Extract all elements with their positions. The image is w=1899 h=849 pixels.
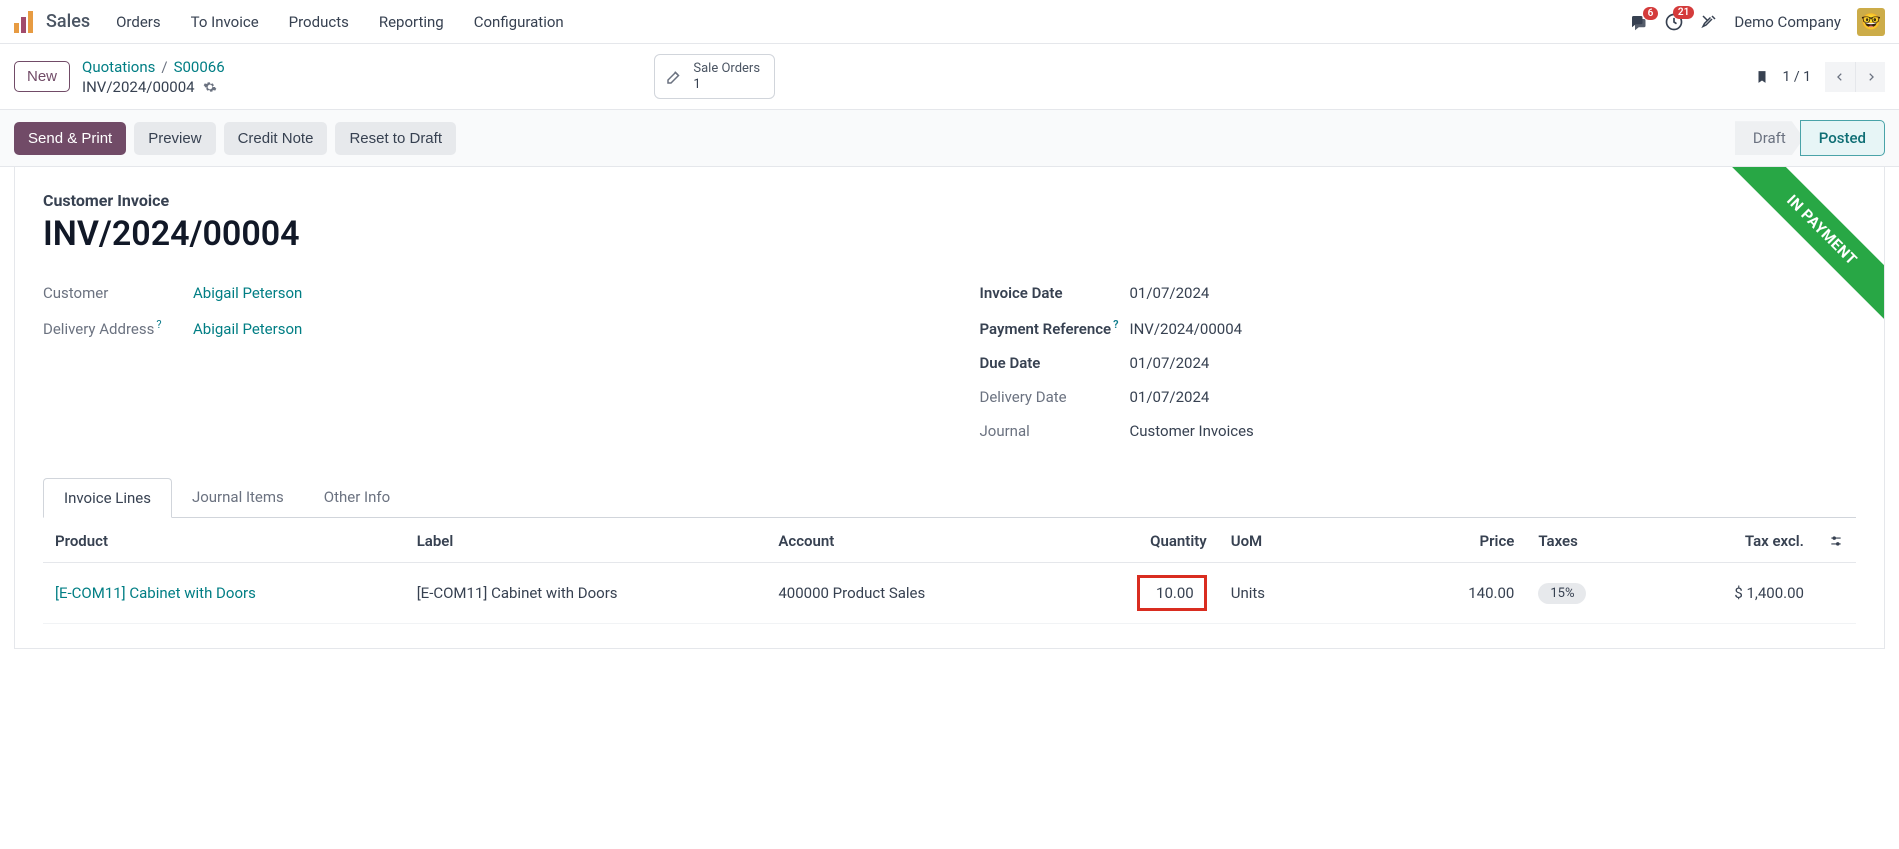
doc-ref: INV/2024/00004	[82, 78, 195, 96]
action-bar: Send & Print Preview Credit Note Reset t…	[0, 110, 1899, 167]
tab-other-info[interactable]: Other Info	[304, 478, 410, 517]
th-quantity[interactable]: Quantity	[1092, 518, 1219, 563]
cell-account[interactable]: 400000 Product Sales	[766, 563, 1092, 624]
field-journal: Journal Customer Invoices	[980, 414, 1857, 448]
status-draft[interactable]: Draft	[1735, 121, 1804, 155]
app-brand[interactable]: Sales	[46, 11, 90, 32]
help-icon[interactable]: ?	[1113, 318, 1118, 331]
th-label[interactable]: Label	[405, 518, 767, 563]
pager-buttons	[1825, 62, 1885, 92]
adjust-columns-icon[interactable]	[1828, 534, 1844, 548]
form-body: IN PAYMENT Customer Invoice INV/2024/000…	[14, 167, 1885, 649]
payment-ref-label: Payment Reference?	[980, 318, 1130, 338]
journal-value: Customer Invoices	[1130, 422, 1857, 440]
tab-invoice-lines[interactable]: Invoice Lines	[43, 478, 172, 518]
chat-icon[interactable]: 6	[1628, 13, 1648, 31]
th-tax-excl[interactable]: Tax excl.	[1653, 518, 1816, 563]
menu-reporting[interactable]: Reporting	[379, 13, 444, 31]
status-bar: Draft Posted	[1735, 120, 1885, 156]
delivery-address-value[interactable]: Abigail Peterson	[193, 320, 302, 338]
cell-uom[interactable]: Units	[1219, 563, 1400, 624]
app-logo-icon[interactable]	[14, 11, 36, 33]
customer-label: Customer	[43, 284, 193, 302]
menu-orders[interactable]: Orders	[116, 13, 161, 31]
fields-left: Customer Abigail Peterson Delivery Addre…	[43, 276, 920, 448]
th-account[interactable]: Account	[766, 518, 1092, 563]
th-price[interactable]: Price	[1400, 518, 1527, 563]
preview-button[interactable]: Preview	[134, 122, 215, 155]
sale-orders-button[interactable]: Sale Orders 1	[654, 54, 775, 99]
sale-orders-label: Sale Orders	[693, 61, 760, 77]
field-delivery-address: Delivery Address? Abigail Peterson	[43, 310, 920, 346]
bookmark-icon[interactable]	[1755, 68, 1769, 86]
reset-to-draft-button[interactable]: Reset to Draft	[335, 122, 456, 155]
activity-icon[interactable]: 21	[1664, 12, 1684, 32]
cell-price[interactable]: 140.00	[1400, 563, 1527, 624]
journal-label: Journal	[980, 422, 1130, 440]
doc-title: INV/2024/00004	[43, 214, 1856, 254]
breadcrumb-order[interactable]: S00066	[174, 58, 225, 76]
pager-text: 1 / 1	[1783, 69, 1811, 85]
cell-label[interactable]: [E-COM11] Cabinet with Doors	[405, 563, 767, 624]
cell-quantity[interactable]: 10.00	[1092, 563, 1219, 624]
field-delivery-date: Delivery Date 01/07/2024	[980, 380, 1857, 414]
main-menu: Orders To Invoice Products Reporting Con…	[116, 13, 564, 31]
field-customer: Customer Abigail Peterson	[43, 276, 920, 310]
center-smart: Sale Orders 1	[654, 54, 775, 99]
tabs: Invoice Lines Journal Items Other Info	[43, 478, 1856, 518]
chat-badge: 6	[1643, 7, 1659, 20]
pager-next[interactable]	[1855, 62, 1885, 92]
topnav-right: 6 21 Demo Company 🤓	[1628, 8, 1885, 36]
credit-note-button[interactable]: Credit Note	[224, 122, 328, 155]
delivery-address-label: Delivery Address?	[43, 318, 193, 338]
th-taxes[interactable]: Taxes	[1526, 518, 1653, 563]
invoice-date-label: Invoice Date	[980, 284, 1130, 302]
pager-prev[interactable]	[1825, 62, 1855, 92]
new-button[interactable]: New	[14, 61, 70, 92]
delivery-date-label: Delivery Date	[980, 388, 1130, 406]
menu-configuration[interactable]: Configuration	[474, 13, 564, 31]
invoice-lines-table: Product Label Account Quantity UoM Price…	[43, 518, 1856, 624]
th-product[interactable]: Product	[43, 518, 405, 563]
table-row[interactable]: [E-COM11] Cabinet with Doors [E-COM11] C…	[43, 563, 1856, 624]
tools-icon[interactable]	[1700, 13, 1718, 31]
status-posted[interactable]: Posted	[1800, 120, 1885, 156]
fields-grid: Customer Abigail Peterson Delivery Addre…	[43, 276, 1856, 448]
header-right: 1 / 1	[1755, 62, 1885, 92]
help-icon[interactable]: ?	[156, 318, 161, 331]
sale-orders-count: 1	[693, 77, 760, 93]
cell-tax-excl[interactable]: $ 1,400.00	[1653, 563, 1816, 624]
payment-ribbon: IN PAYMENT	[1714, 167, 1884, 337]
menu-products[interactable]: Products	[289, 13, 349, 31]
breadcrumb: Quotations / S00066 INV/2024/00004	[82, 58, 225, 96]
cell-product[interactable]: [E-COM11] Cabinet with Doors	[55, 584, 256, 602]
th-uom[interactable]: UoM	[1219, 518, 1400, 563]
cell-taxes[interactable]: 15%	[1526, 563, 1653, 624]
customer-value[interactable]: Abigail Peterson	[193, 284, 302, 302]
activity-badge: 21	[1673, 6, 1694, 19]
due-date-value: 01/07/2024	[1130, 354, 1857, 372]
delivery-date-value: 01/07/2024	[1130, 388, 1857, 406]
menu-to-invoice[interactable]: To Invoice	[191, 13, 259, 31]
edit-icon	[665, 68, 683, 86]
table-header-row: Product Label Account Quantity UoM Price…	[43, 518, 1856, 563]
due-date-label: Due Date	[980, 354, 1130, 372]
header-row: New Quotations / S00066 INV/2024/00004 S…	[0, 44, 1899, 110]
send-print-button[interactable]: Send & Print	[14, 122, 126, 155]
avatar[interactable]: 🤓	[1857, 8, 1885, 36]
field-due-date: Due Date 01/07/2024	[980, 346, 1857, 380]
doc-type: Customer Invoice	[43, 191, 1856, 210]
breadcrumb-sep: /	[161, 58, 167, 76]
quantity-highlight: 10.00	[1137, 575, 1207, 611]
chevron-right-icon	[1866, 70, 1876, 84]
company-name[interactable]: Demo Company	[1734, 13, 1841, 31]
tax-badge: 15%	[1538, 583, 1586, 604]
th-adjust[interactable]	[1816, 518, 1856, 563]
top-nav: Sales Orders To Invoice Products Reporti…	[0, 0, 1899, 44]
chevron-left-icon	[1835, 70, 1845, 84]
gear-icon[interactable]	[203, 80, 217, 94]
tab-journal-items[interactable]: Journal Items	[172, 478, 304, 517]
breadcrumb-quotations[interactable]: Quotations	[82, 58, 155, 76]
